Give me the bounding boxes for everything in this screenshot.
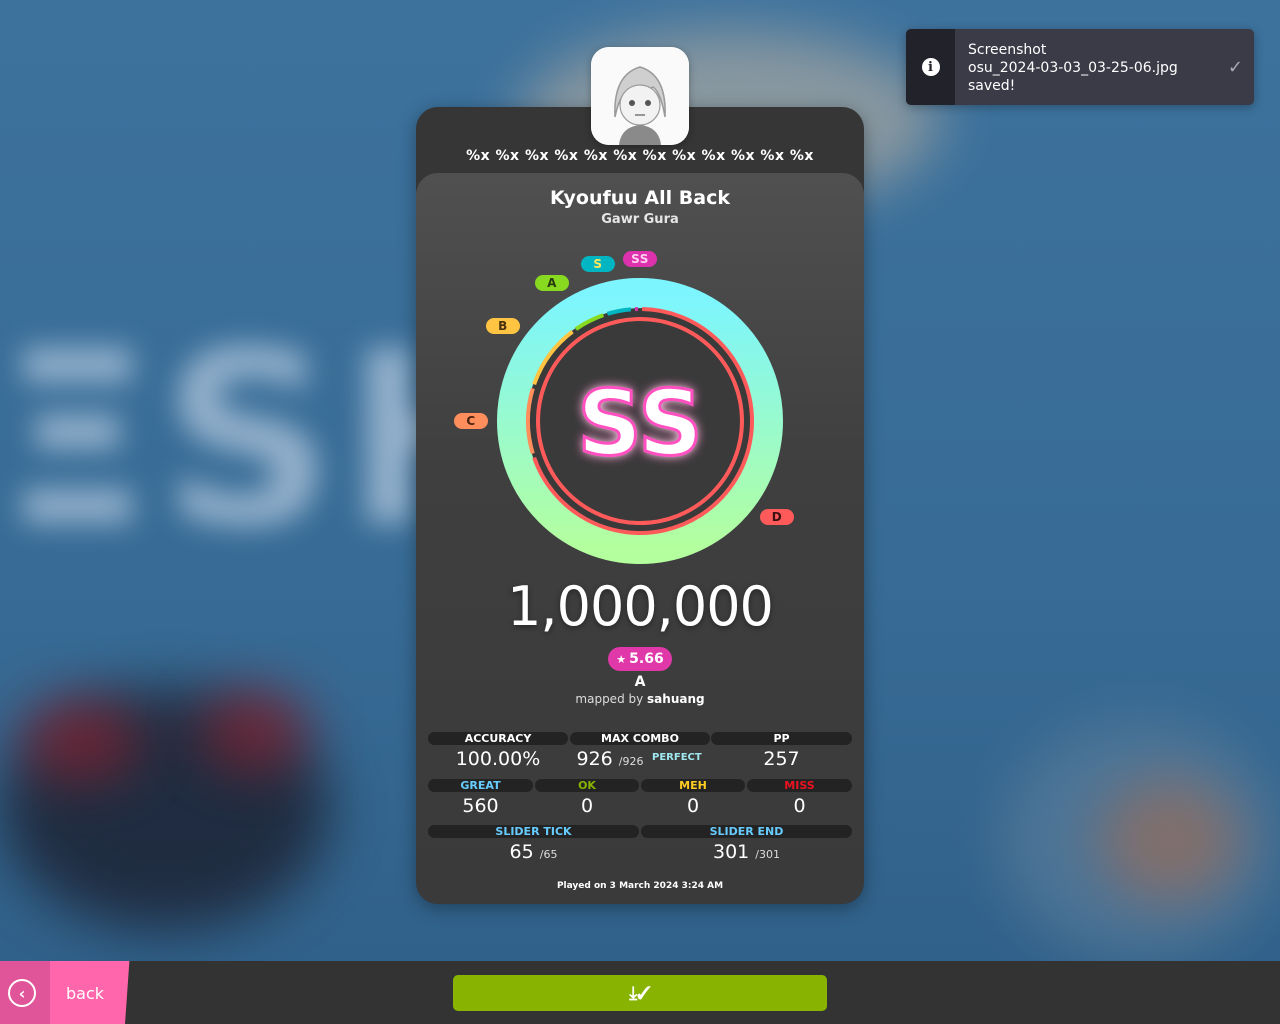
notification-title: Screenshot: [968, 42, 1047, 58]
pp-label: PP: [711, 732, 852, 745]
slider-tick-value: 65 /65: [509, 841, 558, 863]
notification-filename: osu_2024-03-03_03-25-06.jpg: [968, 60, 1178, 76]
great-label: GREAT: [428, 779, 533, 792]
beatmap-artist: Gawr Gura: [601, 212, 679, 227]
miss-value: 0: [793, 795, 806, 817]
total-score: 1,000,000: [507, 575, 774, 638]
grade-pill-b: B: [486, 318, 520, 334]
grade-pill-s: S: [581, 256, 615, 272]
ok-label: OK: [535, 779, 639, 792]
miss-label: MISS: [747, 779, 852, 792]
meh-value: 0: [686, 795, 700, 817]
difficulty-name: A: [634, 674, 646, 690]
grade-pill-c: C: [454, 413, 488, 429]
meh-label: MEH: [641, 779, 745, 792]
star-rating-badge: ★ 5.66: [608, 647, 672, 671]
star-icon: ★: [616, 652, 627, 666]
accuracy-ring: SS: [497, 278, 783, 564]
player-username: %x %x %x %x %x %x %x %x %x %x %x %x: [466, 148, 814, 164]
beatmap-title: Kyoufuu All Back: [550, 187, 730, 209]
grade-pill-a: A: [535, 275, 569, 291]
mapper-name: sahuang: [647, 692, 705, 706]
back-label: back: [66, 984, 105, 1003]
slider-tick-label: SLIDER TICK: [428, 825, 639, 838]
grade-pill-d: D: [760, 509, 794, 525]
back-button[interactable]: ‹ back: [0, 961, 130, 1024]
max-combo-value: 926 /926: [576, 748, 644, 770]
check-icon: ✓: [1227, 57, 1243, 78]
ok-value: 0: [580, 795, 594, 817]
great-value: 560: [462, 795, 499, 817]
screenshot-notification[interactable]: i Screenshot osu_2024-03-03_03-25-06.jpg…: [906, 29, 1254, 105]
avatar[interactable]: [591, 47, 689, 145]
info-icon: i: [921, 58, 940, 76]
rank-letter: SS: [577, 371, 703, 476]
max-combo-label: MAX COMBO: [570, 732, 710, 745]
download-icon: ⤓✓: [629, 982, 651, 1003]
notification-status: saved!: [968, 78, 1016, 94]
accuracy-label: ACCURACY: [428, 732, 568, 745]
slider-end-value: 301 /301: [712, 841, 780, 863]
played-date: Played on 3 March 2024 3:24 AM: [556, 881, 724, 891]
perfect-badge: PERFECT: [652, 752, 702, 763]
grade-pill-ss: SS: [623, 251, 657, 267]
pp-value: 257: [763, 748, 800, 770]
slider-end-label: SLIDER END: [641, 825, 852, 838]
mapper-line: mapped by sahuang: [575, 692, 705, 706]
star-rating-value: 5.66: [629, 651, 664, 667]
accuracy-value: 100.00%: [455, 748, 541, 770]
chevron-left-icon: ‹: [8, 979, 36, 1007]
download-replay-button[interactable]: ⤓✓: [453, 975, 827, 1011]
